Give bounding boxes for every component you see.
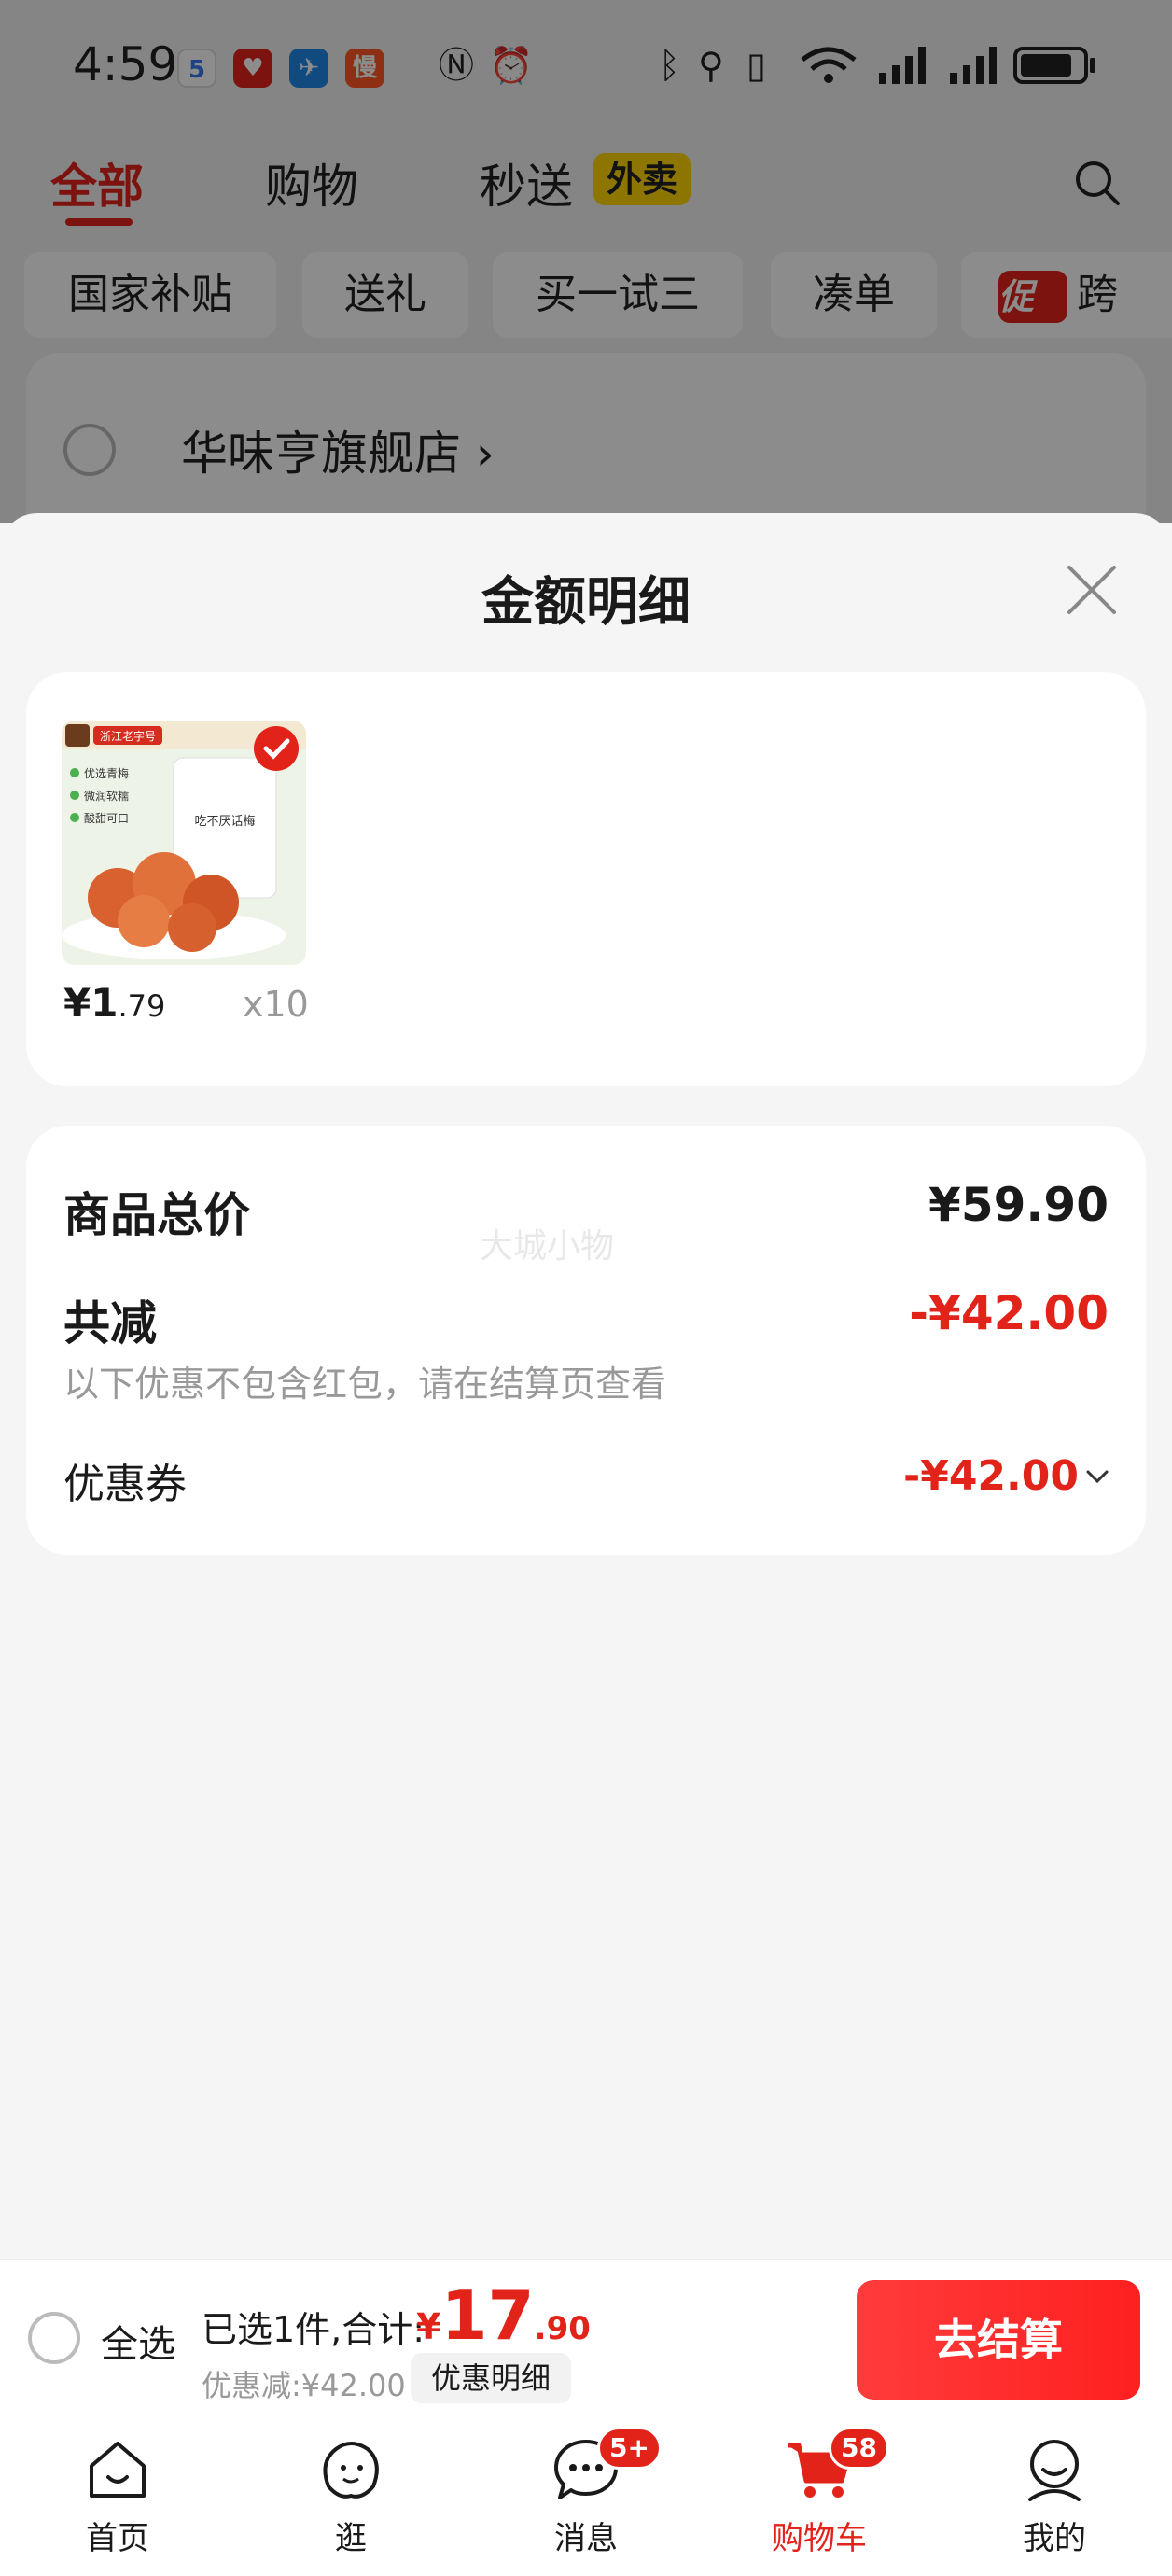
svg-text:吃不厌话梅: 吃不厌话梅 [194,814,255,829]
nav-label: 首页 [86,2520,149,2557]
discount-detail-button[interactable]: 优惠明细 [411,2353,572,2403]
discount-value: -¥42.00 [909,1286,1109,1340]
coupon-label: 优惠券 [63,1461,187,1508]
total-amount: ¥17.90 [416,2276,591,2355]
nav-cart[interactable]: 购物车 58 [745,2427,894,2574]
product-card: 浙江老字号 优选青梅 微润软糯 酸甜可口 吃不厌话梅 ¥1.79 x10 [26,672,1146,1086]
nav-label: 逛 [335,2520,367,2557]
watermark: 大城小物 [480,1227,615,1266]
modal-overlay[interactable] [0,0,1172,523]
total-price-value: ¥59.90 [928,1178,1109,1232]
profile-icon [1028,2440,1081,2501]
nav-messages[interactable]: 消息 5+ [511,2427,662,2574]
select-all-label[interactable]: 全选 [101,2314,175,2368]
message-badge: 5+ [597,2427,662,2470]
discount-summary: 优惠减:¥42.00 [202,2368,406,2403]
discount-label: 共减 [63,1296,157,1351]
svg-text:酸甜可口: 酸甜可口 [84,811,129,825]
browse-icon [323,2442,379,2499]
bottom-nav: 首页 逛 消息 5+ 购物车 58 我的 [0,2417,1172,2576]
svg-text:微润软糯: 微润软糯 [84,790,129,803]
nav-profile[interactable]: 我的 [980,2434,1129,2574]
home-icon [90,2442,146,2498]
svg-text:浙江老字号: 浙江老字号 [100,729,156,743]
cart-badge: 58 [829,2427,889,2470]
nav-browse[interactable]: 逛 [276,2434,426,2574]
svg-text:优选青梅: 优选青梅 [84,766,129,780]
nav-label: 消息 [554,2520,618,2557]
checkout-bar: 全选 已选1件,合计: ¥17.90 优惠减:¥42.00 优惠明细 去结算 [0,2259,1172,2417]
product-price: ¥1.79 [63,980,166,1026]
chevron-down-icon[interactable] [1084,1463,1110,1490]
product-quantity: x10 [243,984,309,1025]
checkout-button[interactable]: 去结算 [857,2280,1140,2400]
nav-label: 我的 [1023,2520,1086,2557]
nav-home[interactable]: 首页 [43,2434,192,2574]
selected-summary: 已选1件,合计: [202,2309,426,2350]
close-icon[interactable] [1064,562,1120,618]
select-all-radio[interactable] [28,2312,80,2364]
coupon-value[interactable]: -¥42.00 [903,1452,1079,1500]
sheet-title: 金额明细 [481,572,691,633]
price-summary-card: 大城小物 商品总价 ¥59.90 共减 -¥42.00 以下优惠不包含红包，请在… [26,1126,1146,1555]
product-image[interactable]: 浙江老字号 优选青梅 微润软糯 酸甜可口 吃不厌话梅 [62,721,306,965]
nav-label: 购物车 [772,2520,867,2557]
total-price-label: 商品总价 [63,1188,250,1242]
discount-note: 以下优惠不包含红包，请在结算页查看 [63,1364,667,1405]
amount-detail-sheet: 金额明细 浙江老字号 优选青梅 微润软糯 酸甜可口 吃不厌话梅 ¥1.79 x1… [0,513,1172,2259]
